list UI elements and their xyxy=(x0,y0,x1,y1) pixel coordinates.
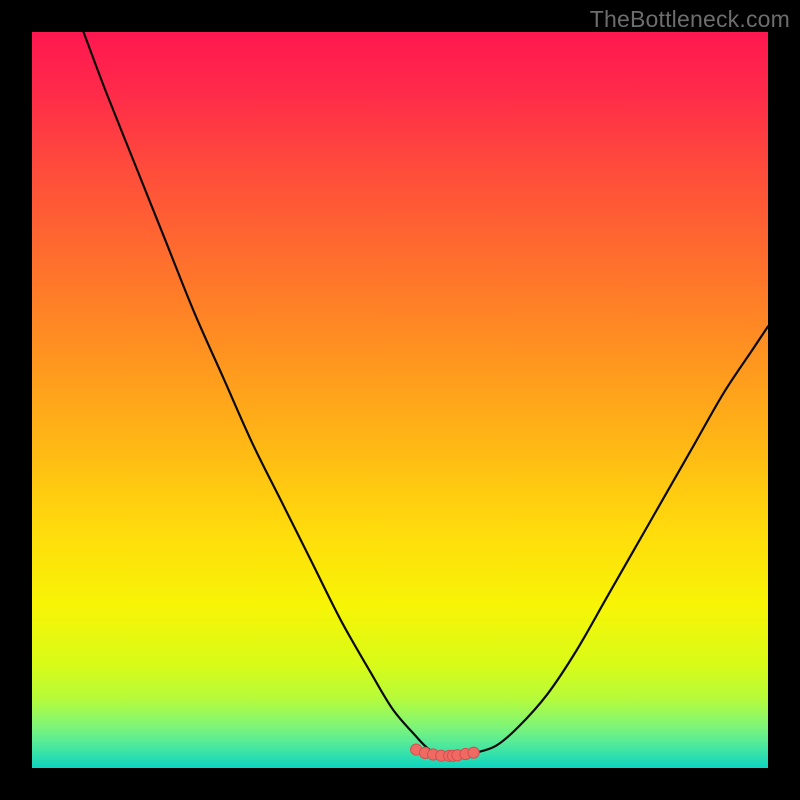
watermark-text: TheBottleneck.com xyxy=(590,6,790,33)
outer-frame: TheBottleneck.com xyxy=(0,0,800,800)
chart-plot-area xyxy=(32,32,768,768)
gradient-background xyxy=(32,32,768,768)
curve-marker xyxy=(468,747,479,758)
chart-svg xyxy=(32,32,768,768)
